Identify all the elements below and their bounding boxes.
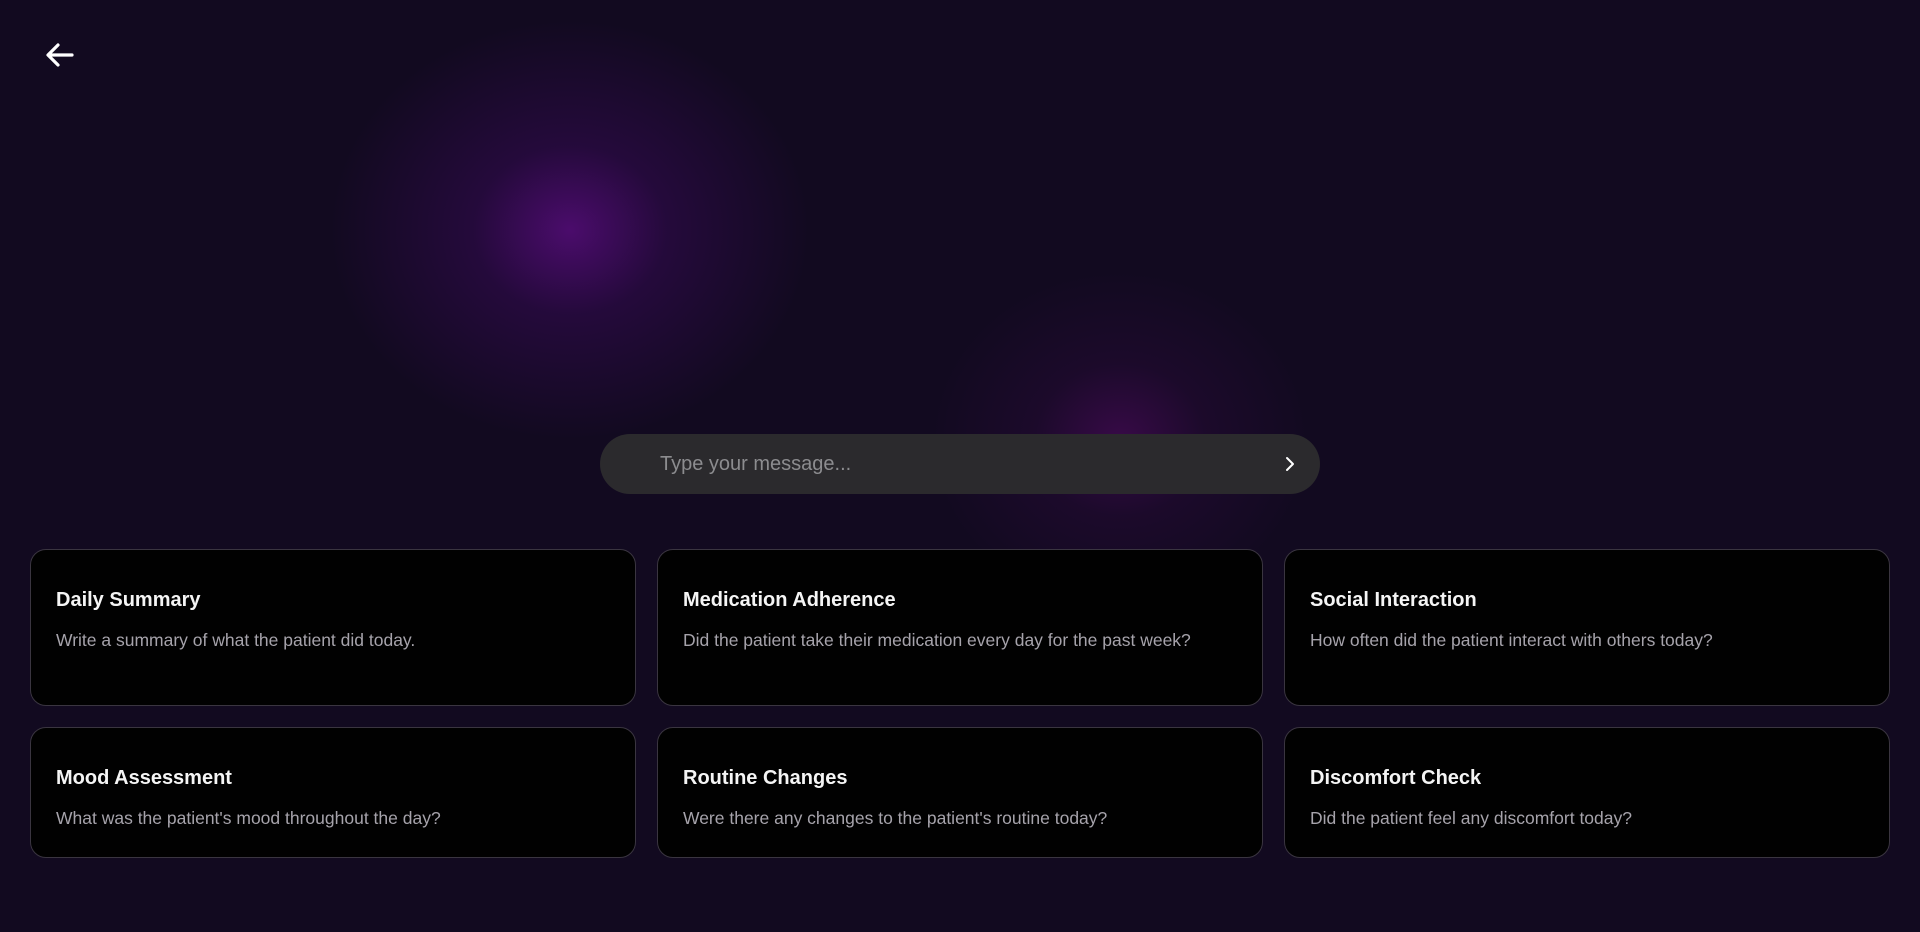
- card-title: Social Interaction: [1310, 589, 1477, 611]
- card-title: Medication Adherence: [683, 589, 896, 611]
- prompt-card-daily-summary[interactable]: Daily Summary Write a summary of what th…: [30, 549, 636, 706]
- message-bar: [600, 434, 1320, 494]
- card-title: Daily Summary: [56, 589, 201, 611]
- card-description: Did the patient feel any discomfort toda…: [1310, 808, 1632, 828]
- card-description: Did the patient take their medication ev…: [683, 630, 1191, 650]
- prompt-card-discomfort-check[interactable]: Discomfort Check Did the patient feel an…: [1284, 727, 1890, 858]
- card-title: Mood Assessment: [56, 767, 232, 789]
- arrow-left-icon: [46, 43, 74, 67]
- card-title: Routine Changes: [683, 767, 848, 789]
- prompt-card-medication-adherence[interactable]: Medication Adherence Did the patient tak…: [657, 549, 1263, 706]
- chevron-right-icon: [1286, 457, 1294, 471]
- background-glow-top: [330, 20, 810, 440]
- message-input[interactable]: [660, 434, 1240, 494]
- card-title: Discomfort Check: [1310, 767, 1482, 789]
- prompt-cards-grid: Daily Summary Write a summary of what th…: [30, 549, 1890, 858]
- prompt-card-social-interaction[interactable]: Social Interaction How often did the pat…: [1284, 549, 1890, 706]
- card-description: Were there any changes to the patient's …: [683, 808, 1108, 828]
- card-description: What was the patient's mood throughout t…: [56, 808, 441, 828]
- card-description: Write a summary of what the patient did …: [56, 630, 416, 650]
- prompt-card-mood-assessment[interactable]: Mood Assessment What was the patient's m…: [30, 727, 636, 858]
- card-description: How often did the patient interact with …: [1310, 630, 1713, 650]
- send-button[interactable]: [1272, 446, 1308, 482]
- back-button[interactable]: [40, 36, 80, 74]
- prompt-card-routine-changes[interactable]: Routine Changes Were there any changes t…: [657, 727, 1263, 858]
